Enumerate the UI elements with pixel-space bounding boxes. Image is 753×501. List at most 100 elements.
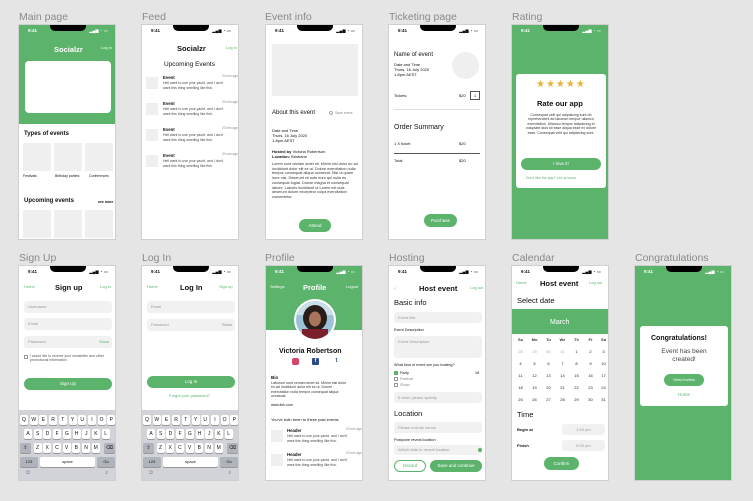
key-d[interactable]: D [166, 429, 175, 439]
key-u[interactable]: U [201, 415, 210, 425]
calendar-day[interactable]: 25 [516, 397, 525, 402]
shift-key[interactable]: ⇧ [20, 443, 31, 453]
show-checkbox[interactable] [394, 383, 398, 387]
key-k[interactable]: K [91, 429, 100, 439]
upcoming-card[interactable] [54, 210, 82, 238]
save-event-link[interactable]: Save event [335, 111, 353, 115]
confirm-button[interactable]: Confirm [544, 457, 579, 470]
key-w[interactable]: W [29, 415, 38, 425]
email-input[interactable]: Email [24, 318, 112, 330]
calendar-day[interactable]: 16 [586, 373, 595, 378]
calendar-day[interactable]: 28 [558, 397, 567, 402]
description-input[interactable]: Event Description [394, 336, 482, 358]
key-r[interactable]: R [49, 415, 58, 425]
calendar-day[interactable]: 31 [558, 349, 567, 354]
logout-link[interactable]: Logout [346, 284, 358, 290]
key-c[interactable]: C [52, 443, 61, 453]
save-icon[interactable] [329, 111, 333, 115]
go-key[interactable]: Go [220, 457, 238, 467]
key-y[interactable]: Y [191, 415, 200, 425]
home-link[interactable]: Home [516, 280, 527, 286]
back-icon[interactable]: ‹ [394, 286, 396, 292]
forgot-password-link[interactable]: Forgot your password? [169, 393, 210, 399]
key-g[interactable]: G [185, 429, 194, 439]
key-x[interactable]: X [166, 443, 175, 453]
key-u[interactable]: U [78, 415, 87, 425]
love-it-button[interactable]: I love it! [521, 158, 601, 170]
calendar-day[interactable]: 10 [599, 361, 608, 366]
event-title-input[interactable]: Event title [394, 312, 482, 323]
key-m[interactable]: M [91, 443, 100, 453]
show-password-toggle[interactable]: Show [99, 339, 109, 345]
calendar-day[interactable]: 30 [544, 349, 553, 354]
see-more-link[interactable]: see more [98, 200, 113, 204]
calendar-day[interactable]: 31 [599, 397, 608, 402]
key-s[interactable]: S [156, 429, 165, 439]
calendar-day[interactable]: 4 [516, 361, 525, 366]
attend-button[interactable]: Attend [299, 219, 331, 232]
key-f[interactable]: F [176, 429, 185, 439]
facebook-icon[interactable]: f [312, 358, 319, 365]
calendar-day[interactable]: 14 [558, 373, 567, 378]
calendar-day[interactable]: 17 [599, 373, 608, 378]
go-key[interactable]: Go [97, 457, 115, 467]
key-h[interactable]: H [195, 429, 204, 439]
key-v[interactable]: V [185, 443, 194, 453]
emoji-icon[interactable]: ☺ [148, 470, 154, 477]
key-o[interactable]: O [220, 415, 229, 425]
feedback-link[interactable]: Don't like the app? Let us know. [526, 176, 577, 180]
calendar-day[interactable]: 1 [572, 349, 581, 354]
send-invites-button[interactable]: Send invites [664, 374, 704, 386]
calendar-day[interactable]: 15 [572, 373, 581, 378]
key-p[interactable]: P [107, 415, 115, 425]
home-link[interactable]: Home [147, 284, 158, 290]
key-q[interactable]: Q [143, 415, 151, 425]
signup-link[interactable]: Sign up [219, 284, 233, 290]
calendar-day[interactable]: 13 [544, 373, 553, 378]
instagram-icon[interactable] [292, 358, 299, 365]
calendar-day[interactable]: 3 [599, 349, 608, 354]
key-y[interactable]: Y [68, 415, 77, 425]
calendar-day[interactable]: 12 [530, 373, 539, 378]
username-input[interactable]: Username [24, 301, 112, 313]
key-e[interactable]: E [162, 415, 171, 425]
calendar-day[interactable]: 7 [558, 361, 567, 366]
emoji-icon[interactable]: ☺ [25, 470, 31, 477]
key-b[interactable]: B [195, 443, 204, 453]
calendar-day[interactable]: 22 [572, 385, 581, 390]
login-button[interactable]: Log In [147, 376, 235, 388]
finish-time-input[interactable]: 8:00 pm [562, 440, 605, 451]
key-d[interactable]: D [43, 429, 52, 439]
feed-item-title[interactable]: Event [163, 75, 175, 80]
upcoming-card[interactable] [85, 210, 113, 238]
home-link[interactable]: Home [678, 392, 690, 397]
venue-input[interactable]: Please include venue [394, 422, 482, 433]
calendar-day[interactable]: 9 [586, 361, 595, 366]
toggle-icon[interactable] [478, 448, 482, 452]
save-continue-button[interactable]: Save and continue [430, 460, 482, 472]
calendar-day[interactable]: 5 [530, 361, 539, 366]
tumblr-icon[interactable]: t [333, 358, 340, 365]
calendar-day[interactable]: 27 [544, 397, 553, 402]
website-link[interactable]: www.link.com [271, 403, 293, 407]
type-card-festivals[interactable] [23, 143, 51, 171]
key-i[interactable]: I [87, 415, 96, 425]
key-z[interactable]: Z [156, 443, 165, 453]
numbers-key[interactable]: 123 [143, 457, 161, 467]
key-w[interactable]: W [152, 415, 161, 425]
key-f[interactable]: F [53, 429, 62, 439]
calendar-day[interactable]: 2 [586, 349, 595, 354]
party-checkbox[interactable] [394, 371, 398, 375]
logout-link[interactable]: Log out [470, 285, 483, 291]
calendar-day[interactable]: 29 [530, 349, 539, 354]
calendar-day[interactable]: 23 [586, 385, 595, 390]
numbers-key[interactable]: 123 [20, 457, 38, 467]
signup-button[interactable]: Sign Up [24, 378, 112, 390]
key-p[interactable]: P [230, 415, 238, 425]
key-o[interactable]: O [97, 415, 106, 425]
calendar-day[interactable]: 30 [586, 397, 595, 402]
settings-link[interactable]: Settings [270, 284, 284, 290]
reveal-date-input[interactable]: Which date to reveal location [394, 445, 482, 455]
key-a[interactable]: A [24, 429, 32, 439]
key-q[interactable]: Q [20, 415, 28, 425]
